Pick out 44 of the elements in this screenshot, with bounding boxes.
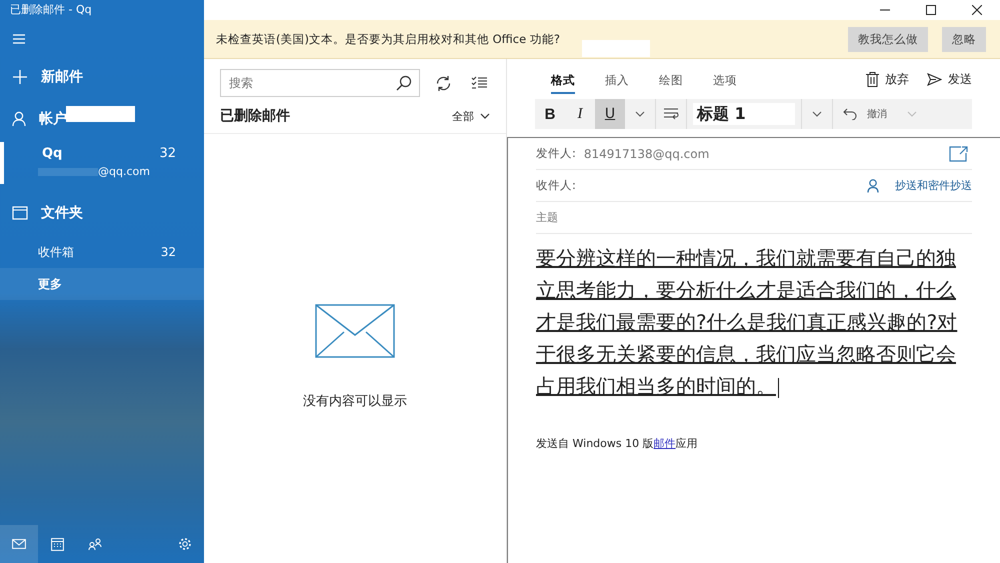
from-label: 发件人: — [536, 146, 576, 161]
redaction-block — [66, 106, 135, 122]
accounts-heading: 帐户 — [39, 110, 67, 128]
undo-icon — [843, 108, 857, 120]
envelope-icon — [315, 304, 395, 358]
ribbon-tab[interactable]: 绘图 — [659, 64, 683, 94]
ribbon-tab[interactable]: 插入 — [605, 64, 629, 94]
plus-icon — [12, 69, 28, 85]
search-icon — [396, 75, 412, 91]
filter-dropdown[interactable]: 全部 — [452, 108, 490, 124]
send-button[interactable]: 发送 — [927, 70, 972, 88]
redaction-block — [582, 40, 650, 57]
signature-text: 发送自 Windows 10 版邮件应用 — [536, 436, 699, 451]
person-icon — [12, 111, 26, 127]
notification-button[interactable]: 忽略 — [942, 26, 986, 52]
caret-icon — [480, 113, 490, 119]
style-field[interactable]: 标题 1 — [693, 103, 795, 125]
folders-heading: 文件夹 — [41, 204, 83, 222]
search-field[interactable]: 搜索 — [220, 69, 420, 97]
message-body[interactable]: 要分辨这样的一种情况，我们就需要有自己的独立思考能力，要分析什么才是适合我们的，什么才是我们最需要的?什么是我们真正感兴趣的?对于很多无关紧要的信息，我们应当忽略否则它会占用我们相当多的时间的。 — [536, 242, 964, 402]
notification-button[interactable]: 教我怎么做 — [848, 26, 928, 52]
to-label: 收件人: — [536, 178, 576, 193]
mail-app-link[interactable]: 邮件 — [654, 437, 676, 450]
folder-item[interactable]: 收件箱 32 — [0, 236, 204, 268]
empty-message: 没有内容可以显示 — [303, 393, 407, 410]
person-icon — [867, 178, 879, 192]
folder-item[interactable]: 更多 — [0, 268, 204, 300]
window-title: 已删除邮件 - Qq — [9, 2, 93, 18]
italic-button[interactable]: I — [565, 99, 595, 129]
cc-bcc-link[interactable]: 抄送和密件抄送 — [895, 178, 972, 193]
ribbon-tab[interactable]: 选项 — [713, 64, 737, 94]
undo-button[interactable]: 撤消 — [833, 99, 897, 129]
new-mail-button[interactable]: 新邮件 — [0, 58, 204, 96]
folder-icon — [12, 206, 28, 220]
mail-icon[interactable] — [0, 525, 38, 563]
underline-button[interactable]: U — [595, 99, 625, 129]
trash-icon — [866, 72, 879, 86]
bold-button[interactable]: B — [535, 99, 565, 129]
folder-title: 已删除邮件 — [220, 107, 290, 125]
discard-button[interactable]: 放弃 — [866, 70, 909, 88]
notification-message: 未检查英语(美国)文本。是否要为其启用校对和其他 Office 功能? — [216, 32, 560, 46]
send-icon — [927, 72, 942, 86]
ribbon-tab[interactable]: 格式 — [551, 64, 575, 94]
from-address: 814917138@qq.com — [584, 146, 710, 160]
